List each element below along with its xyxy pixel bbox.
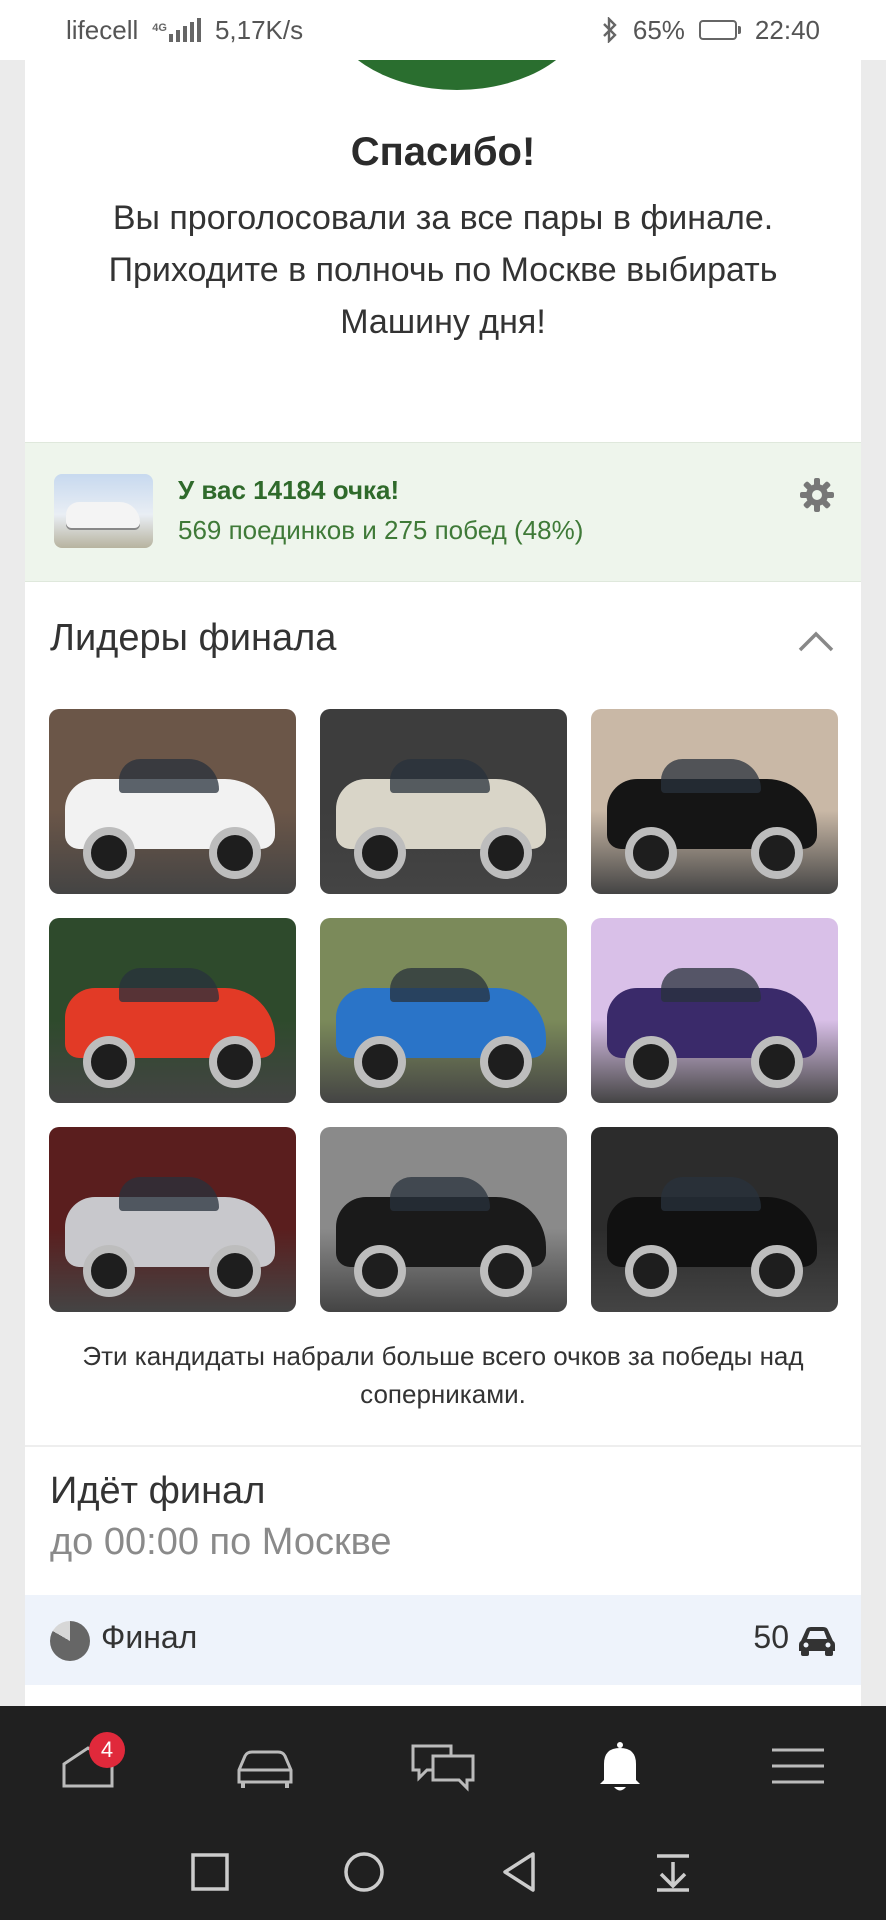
nav-messages[interactable]	[398, 1726, 488, 1806]
status-left: lifecell 4G 5,17K/s	[66, 15, 303, 46]
battery-percent: 65%	[632, 14, 685, 45]
success-badge	[327, 60, 587, 90]
leaders-title: Лидеры финала	[50, 617, 337, 659]
thanks-section: Спасибо! Вы проголосовали за все пары в …	[25, 60, 861, 442]
app-bottom-nav: 4	[0, 1706, 886, 1826]
car-wheel	[625, 1036, 677, 1088]
car-wheel	[751, 1036, 803, 1088]
notification-shade-button[interactable]	[638, 1842, 708, 1902]
car-icon	[799, 1627, 835, 1656]
final-car-count: 50	[753, 1619, 789, 1655]
car-window	[661, 968, 761, 1002]
network-type-label: 4G	[152, 22, 167, 34]
battery-icon	[698, 20, 741, 40]
car-wheel	[480, 1245, 532, 1297]
car-wheel	[354, 827, 406, 879]
notification-badge: 4	[89, 1732, 125, 1768]
car-window	[390, 759, 490, 793]
car-wheel	[751, 1245, 803, 1297]
leaders-header[interactable]: Лидеры финала	[50, 608, 836, 668]
score-title: У вас 14184 очка!	[178, 475, 400, 505]
home-button[interactable]	[329, 1842, 399, 1902]
thanks-title: Спасибо!	[350, 130, 536, 174]
chevron-up-icon[interactable]	[796, 622, 836, 662]
status-right: 65% 22:40	[601, 15, 820, 46]
back-icon	[503, 1852, 535, 1892]
leader-car-tile-black-hatchback[interactable]	[591, 709, 838, 894]
car-wheel	[751, 827, 803, 879]
home-circle-icon	[344, 1852, 384, 1892]
car-wheel	[209, 827, 261, 879]
leaders-grid	[49, 709, 839, 1313]
leader-car-tile-purple-lit-car[interactable]	[591, 918, 838, 1103]
leader-car-tile-blue-white-classic[interactable]	[320, 918, 567, 1103]
leader-car-tile-silver-sedan-forest[interactable]	[49, 1127, 296, 1312]
car-window	[390, 1177, 490, 1211]
leader-car-tile-black-pickup-truck[interactable]	[591, 1127, 838, 1312]
carrier-name: lifecell	[66, 14, 139, 45]
user-car-thumbnail[interactable]	[54, 474, 153, 548]
clock: 22:40	[754, 14, 820, 45]
car-window	[661, 1177, 761, 1211]
notifications-bell-icon	[600, 1742, 640, 1791]
network-speed: 5,17K/s	[214, 14, 304, 45]
recent-apps-button[interactable]	[175, 1842, 245, 1902]
garage-car-icon	[237, 1750, 293, 1788]
final-row-label: Финал	[101, 1619, 198, 1655]
car-window	[390, 968, 490, 1002]
car-window	[119, 759, 219, 793]
final-row[interactable]: Финал 50	[25, 1595, 861, 1685]
system-nav	[0, 1826, 886, 1920]
recent-apps-icon	[191, 1853, 229, 1891]
car-wheel	[480, 827, 532, 879]
car-wheel	[625, 827, 677, 879]
nav-garage[interactable]	[220, 1726, 310, 1806]
back-button[interactable]	[484, 1842, 554, 1902]
car-wheel	[83, 827, 135, 879]
car-wheel	[354, 1036, 406, 1088]
final-title: Идёт финал	[50, 1470, 266, 1512]
car-window	[119, 968, 219, 1002]
notification-shade-icon	[657, 1854, 689, 1892]
leader-car-tile-white-tuned-sedan[interactable]	[49, 709, 296, 894]
car-window	[661, 759, 761, 793]
pie-progress-icon	[50, 1621, 90, 1661]
car-wheel	[209, 1245, 261, 1297]
car-wheel	[83, 1036, 135, 1088]
car-wheel	[354, 1245, 406, 1297]
car-wheel	[625, 1245, 677, 1297]
gear-icon[interactable]	[797, 475, 837, 515]
messages-icon	[411, 1744, 475, 1792]
leader-car-tile-red-coupe[interactable]	[49, 918, 296, 1103]
nav-notifications[interactable]	[575, 1726, 665, 1806]
page-card: Спасибо! Вы проголосовали за все пары в …	[25, 60, 861, 1706]
final-deadline: до 00:00 по Москве	[50, 1521, 392, 1563]
car-wheel	[480, 1036, 532, 1088]
leaders-note: Эти кандидаты набрали больше всего очков…	[82, 1341, 804, 1409]
car-wheel	[209, 1036, 261, 1088]
leader-car-tile-black-sports-car[interactable]	[320, 1127, 567, 1312]
nav-menu[interactable]	[753, 1726, 843, 1806]
signal-icon: 4G	[152, 18, 201, 42]
score-stats: 569 поединков и 275 побед (48%)	[178, 515, 584, 545]
nav-home[interactable]: 4	[43, 1726, 133, 1806]
car-wheel	[83, 1245, 135, 1297]
thanks-message: Вы проголосовали за все пары в финале. П…	[108, 199, 778, 341]
score-panel[interactable]: У вас 14184 очка! 569 поединков и 275 по…	[25, 442, 861, 582]
section-divider	[25, 1445, 861, 1447]
leader-car-tile-beige-vintage-car[interactable]	[320, 709, 567, 894]
bluetooth-icon	[603, 17, 617, 43]
status-bar: lifecell 4G 5,17K/s 65% 22:40	[0, 0, 886, 60]
menu-icon	[772, 1748, 824, 1784]
car-window	[119, 1177, 219, 1211]
